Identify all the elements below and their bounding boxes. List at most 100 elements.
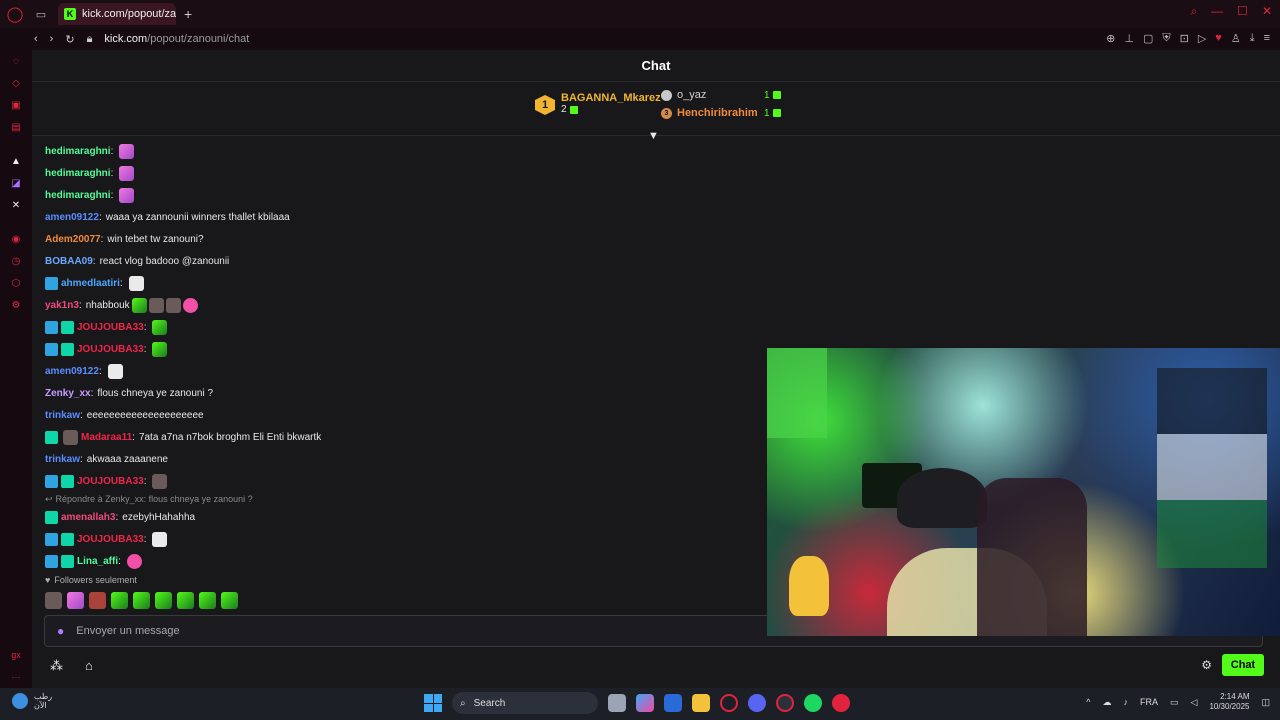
chat-emote[interactable] <box>119 143 135 159</box>
chat-username[interactable]: amen09122 <box>45 366 99 377</box>
chat-username[interactable]: trinkaw <box>45 454 80 465</box>
chat-username[interactable]: hedimaraghni <box>45 168 111 179</box>
chat-message[interactable]: hedimaraghni: <box>45 184 765 206</box>
extensions-icon[interactable]: ⬡ <box>9 276 23 290</box>
opera-gx-icon[interactable] <box>776 694 794 712</box>
quick-emote[interactable] <box>221 592 238 609</box>
shopping-icon[interactable]: ◇ <box>9 76 23 90</box>
chat-emote[interactable] <box>152 341 168 357</box>
chat-message[interactable]: amen09122: <box>45 360 765 382</box>
aria-icon[interactable]: ◌ <box>9 54 23 68</box>
settings-icon[interactable]: ⚙ <box>9 298 23 312</box>
chat-emote[interactable] <box>126 553 142 569</box>
store-app-icon[interactable] <box>664 694 682 712</box>
network-icon[interactable]: ▭ <box>1170 697 1179 708</box>
menu-icon[interactable]: ≡ <box>1264 32 1270 45</box>
reply-reference[interactable]: ↩ Répondre à Zenky_xx: flous chneya ye z… <box>45 492 765 506</box>
quick-emote[interactable] <box>155 592 172 609</box>
leaderboard-second[interactable]: o_yaz 1 <box>661 89 781 101</box>
chat-settings-gear-icon[interactable]: ⚙ <box>1201 658 1212 672</box>
chat-username[interactable]: trinkaw <box>45 410 80 421</box>
leaderboard-third[interactable]: 3 Henchiribrahim 1 <box>661 107 781 119</box>
url-field[interactable]: kick.com/popout/zanouni/chat <box>104 33 249 45</box>
quick-emote[interactable] <box>89 592 106 609</box>
browser-tab-active[interactable]: K kick.com/popout/zanouni <box>58 3 176 25</box>
chat-message[interactable]: trinkaw: akwaaa zaaanene <box>45 448 765 470</box>
player-icon[interactable]: ◉ <box>9 232 23 246</box>
weather-widget[interactable]: رطب الآن <box>12 692 52 710</box>
whatsapp-icon[interactable]: ▤ <box>9 120 23 134</box>
search-tabs-icon[interactable]: ⌕ <box>1190 4 1197 19</box>
discord-icon[interactable] <box>748 694 766 712</box>
chat-username[interactable]: JOUJOUBA33 <box>77 344 144 355</box>
chat-username[interactable]: amen09122 <box>45 212 99 223</box>
chat-username[interactable]: Zenky_xx <box>45 388 91 399</box>
chat-message[interactable]: amenallah3: ezebyhHahahha <box>45 506 765 528</box>
chat-username[interactable]: amenallah3 <box>61 512 115 523</box>
microphone-icon[interactable]: ● <box>57 624 64 638</box>
chat-username[interactable]: JOUJOUBA33 <box>77 322 144 333</box>
founder-badge-icon[interactable] <box>45 342 58 356</box>
play-icon[interactable]: ▷ <box>1198 32 1206 45</box>
sub-badge-icon[interactable] <box>61 342 74 356</box>
founder-badge-icon[interactable] <box>45 554 58 568</box>
chat-message[interactable]: Madaraa11:7ata a7na n7bok broghm Eli Ent… <box>45 426 765 448</box>
chat-message[interactable]: Adem20077: win tebet tw zanouni? <box>45 228 765 250</box>
chat-username[interactable]: yak1n3 <box>45 300 79 311</box>
quick-emote[interactable] <box>133 592 150 609</box>
taskbar-search[interactable]: ⌕ Search <box>452 692 598 714</box>
quick-emote[interactable] <box>199 592 216 609</box>
spotify-icon[interactable] <box>804 694 822 712</box>
chat-message[interactable]: JOUJOUBA33: <box>45 338 765 360</box>
chat-emote[interactable] <box>152 531 168 547</box>
red-app-icon[interactable] <box>832 694 850 712</box>
x-icon[interactable]: ✕ <box>9 198 23 212</box>
founder-badge-icon[interactable] <box>45 532 58 546</box>
sub-badge-icon[interactable] <box>61 532 74 546</box>
chat-message[interactable]: JOUJOUBA33: <box>45 316 765 338</box>
tab-workspace-icon[interactable]: ▭ <box>30 8 52 21</box>
chat-emote[interactable] <box>128 275 144 291</box>
sub-badge-icon[interactable] <box>45 430 58 444</box>
chat-username[interactable]: JOUJOUBA33 <box>77 476 144 487</box>
cloud-icon[interactable]: ☁ <box>1103 697 1112 708</box>
chat-message[interactable]: JOUJOUBA33: <box>45 528 765 550</box>
leaderboard-first[interactable]: 1 BAGANNA_Mkarez 2 <box>535 92 661 115</box>
minimize-button[interactable]: — <box>1211 4 1223 19</box>
quick-emote[interactable] <box>67 592 84 609</box>
chat-username[interactable]: Lina_affi <box>77 556 118 567</box>
chat-username[interactable]: Madaraa11 <box>81 432 132 443</box>
chat-emote[interactable] <box>152 319 168 335</box>
reload-icon[interactable]: ↻ <box>65 33 74 46</box>
chat-emote[interactable] <box>148 297 164 313</box>
opera-menu-icon[interactable]: ◯ <box>0 0 30 28</box>
chat-username[interactable]: ahmedlaatiri <box>61 278 120 289</box>
sub-badge-icon[interactable] <box>61 474 74 488</box>
task-view-icon[interactable] <box>608 694 626 712</box>
heart-icon[interactable]: ♥ <box>1215 32 1222 45</box>
founder-badge-icon[interactable] <box>45 276 58 290</box>
volume-icon[interactable]: ◁ <box>1191 697 1198 708</box>
profile-icon[interactable]: ♙ <box>1231 32 1241 45</box>
chat-message[interactable]: amen09122: waaa ya zannounii winners thal… <box>45 206 765 228</box>
adblock-icon[interactable]: ⛨ <box>1162 32 1170 45</box>
quick-emote[interactable] <box>45 592 62 609</box>
chat-message[interactable]: ahmedlaatiri: <box>45 272 765 294</box>
chat-message[interactable]: JOUJOUBA33: <box>45 470 765 492</box>
chat-emote[interactable] <box>119 165 135 181</box>
chat-username[interactable]: Adem20077 <box>45 234 101 245</box>
notifications-icon[interactable]: ◫ <box>1261 697 1270 708</box>
founder-badge-icon[interactable] <box>45 474 58 488</box>
chat-message[interactable]: BOBAA09: react vlog badooo @zanounii <box>45 250 765 272</box>
copilot-icon[interactable] <box>636 694 654 712</box>
chat-username[interactable]: JOUJOUBA33 <box>77 534 144 545</box>
new-tab-button[interactable]: + <box>184 6 192 22</box>
history-icon[interactable]: ◷ <box>9 254 23 268</box>
chat-username[interactable]: BOBAA09 <box>45 256 93 267</box>
aria-ai-icon[interactable]: ▲ <box>9 154 23 168</box>
chat-username[interactable]: hedimaraghni <box>45 146 111 157</box>
windows-start-icon[interactable] <box>424 694 442 712</box>
quick-emote[interactable] <box>111 592 128 609</box>
store-icon[interactable]: ⌂ <box>85 658 93 674</box>
chat-message[interactable]: Lina_affi: <box>45 550 765 572</box>
